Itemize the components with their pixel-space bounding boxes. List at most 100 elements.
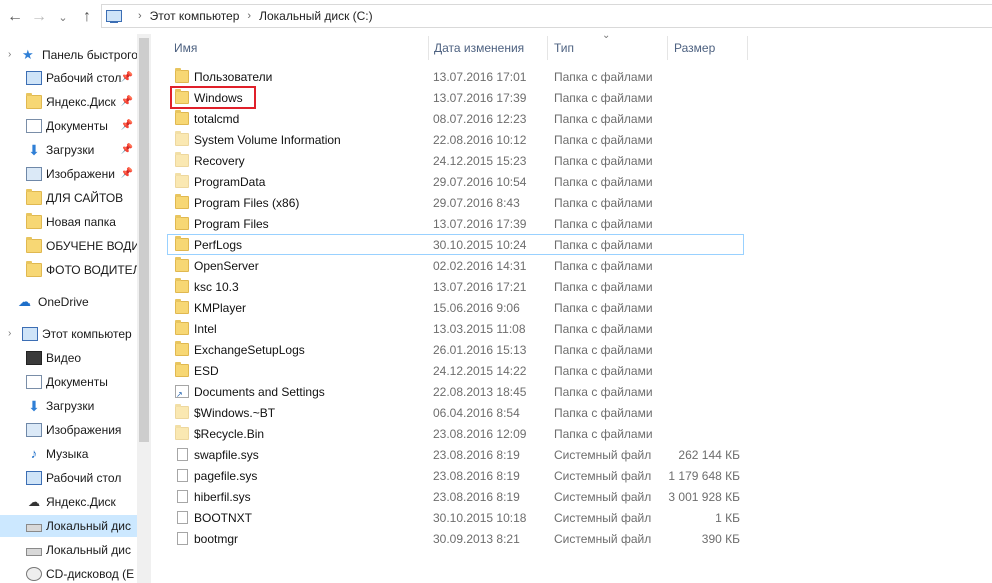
sidebar-scrollbar[interactable] xyxy=(137,34,151,583)
file-name: Пользователи xyxy=(194,69,273,84)
file-type: Папка с файлами xyxy=(554,237,653,252)
file-row[interactable]: System Volume Information 22.08.2016 10:1… xyxy=(167,129,744,150)
folder-icon xyxy=(26,213,42,229)
sidebar-quick-item[interactable]: ДЛЯ САЙТОВ xyxy=(0,187,137,209)
sidebar-pc-item[interactable]: Локальный дис xyxy=(0,539,137,561)
forward-icon[interactable]: → xyxy=(28,6,50,28)
column-divider[interactable] xyxy=(667,36,668,60)
file-row[interactable]: bootmgr 30.09.2013 8:21 Системный файл 390 … xyxy=(167,528,744,549)
sidebar-pc-item[interactable]: ☁ Яндекс.Диск xyxy=(0,491,137,513)
sidebar-item-label: Рабочий стол xyxy=(46,71,122,85)
file-type: Папка с файлами xyxy=(554,279,653,294)
sort-chevron-icon: ⌄ xyxy=(602,30,611,41)
breadcrumb-local-disk[interactable]: Локальный диск (C:) xyxy=(259,9,373,23)
download-icon: ⬇ xyxy=(28,398,40,414)
pin-icon[interactable]: 📌 xyxy=(121,72,133,83)
file-row[interactable]: Program Files 13.07.2016 17:39 Папка с фай… xyxy=(167,213,744,234)
sidebar-onedrive[interactable]: ☁ OneDrive xyxy=(0,291,137,313)
file-name: swapfile.sys xyxy=(194,447,259,462)
column-divider[interactable] xyxy=(428,36,429,60)
file-date: 29.07.2016 8:43 xyxy=(433,195,520,210)
sidebar-pc-item[interactable]: Документы xyxy=(0,371,137,393)
sidebar-quick-item[interactable]: Новая папка xyxy=(0,211,137,233)
file-row[interactable]: ExchangeSetupLogs 26.01.2016 15:13 Папка с… xyxy=(167,339,744,360)
file-row[interactable]: Recovery 24.12.2015 15:23 Папка с файлами xyxy=(167,150,744,171)
column-divider[interactable] xyxy=(747,36,748,60)
file-row[interactable]: PerfLogs 30.10.2015 10:24 Папка с файлами xyxy=(167,234,744,255)
sidebar-quick-item[interactable]: Яндекс.Диск 📌 xyxy=(0,91,137,113)
file-row[interactable]: Documents and Settings 22.08.2013 18:45 Па… xyxy=(167,381,744,402)
file-row[interactable]: BOOTNXT 30.10.2015 10:18 Системный файл 1 К… xyxy=(167,507,744,528)
file-date: 22.08.2013 18:45 xyxy=(433,384,527,399)
drive-icon xyxy=(26,524,42,532)
file-row[interactable]: ESD 24.12.2015 14:22 Папка с файлами xyxy=(167,360,744,381)
sidebar-pc-item[interactable]: Изображения xyxy=(0,419,137,441)
file-date: 13.07.2016 17:21 xyxy=(433,279,527,294)
sidebar-quick-item[interactable]: ⬇ Загрузки 📌 xyxy=(0,139,137,161)
sidebar-this-pc[interactable]: Этот компьютер xyxy=(0,323,137,345)
file-type: Папка с файлами xyxy=(554,153,653,168)
back-icon[interactable]: ← xyxy=(4,6,26,28)
up-icon[interactable]: ↑ xyxy=(76,6,98,28)
column-divider[interactable] xyxy=(547,36,548,60)
star-icon: ★ xyxy=(22,47,34,62)
file-type: Системный файл xyxy=(554,468,652,483)
sidebar-pc-item[interactable]: ⬇ Загрузки xyxy=(0,395,137,417)
system-file-icon xyxy=(177,532,188,545)
file-name: $Recycle.Bin xyxy=(194,426,265,441)
navigation-pane: › ★ Панель быстрого Рабочий стол 📌 Яндекс.Дис… xyxy=(0,34,137,583)
sidebar-item-label: Документы xyxy=(46,375,108,389)
folder-icon xyxy=(175,299,189,314)
sidebar-quick-access[interactable]: ★ Панель быстрого xyxy=(0,44,137,66)
sidebar-quick-item[interactable]: Рабочий стол 📌 xyxy=(0,67,137,89)
file-date: 24.12.2015 14:22 xyxy=(433,363,527,378)
pictures-icon xyxy=(26,423,42,437)
sidebar-item-label: Рабочий стол xyxy=(46,471,122,485)
file-row[interactable]: KMPlayer 15.06.2016 9:06 Папка с файлами xyxy=(167,297,744,318)
column-header-name[interactable]: Имя xyxy=(174,36,197,60)
sidebar-item-label: Музыка xyxy=(46,447,89,461)
column-header-type[interactable]: Тип xyxy=(554,36,574,60)
sidebar-pc-item[interactable]: ♪ Музыка xyxy=(0,443,137,465)
file-name: Program Files xyxy=(194,216,269,231)
pin-icon[interactable]: 📌 xyxy=(121,120,133,131)
file-row[interactable]: Intel 13.03.2015 11:08 Папка с файлами xyxy=(167,318,744,339)
file-row[interactable]: swapfile.sys 23.08.2016 8:19 Системный фай… xyxy=(167,444,744,465)
file-row[interactable]: ksc 10.3 13.07.2016 17:21 Папка с файлами xyxy=(167,276,744,297)
column-header-date[interactable]: Дата изменения xyxy=(434,36,524,60)
sidebar-item-label: CD-дисковод (E xyxy=(46,567,135,581)
sidebar-quick-item[interactable]: Изображени 📌 xyxy=(0,163,137,185)
file-row[interactable]: Пользователи 13.07.2016 17:01 Папка с файл… xyxy=(167,66,744,87)
sidebar-pc-item[interactable]: Рабочий стол xyxy=(0,467,137,489)
scrollbar-thumb[interactable] xyxy=(139,38,149,442)
sidebar-quick-item[interactable]: ОБУЧЕНЕ ВОДИ xyxy=(0,235,137,257)
file-row[interactable]: $Recycle.Bin 23.08.2016 12:09 Папка с файл… xyxy=(167,423,744,444)
file-row[interactable]: pagefile.sys 23.08.2016 8:19 Системный фай… xyxy=(167,465,744,486)
sidebar-pc-item[interactable]: Видео xyxy=(0,347,137,369)
file-row[interactable]: totalcmd 08.07.2016 12:23 Папка с файлами xyxy=(167,108,744,129)
column-header-size[interactable]: Размер xyxy=(674,36,715,60)
pin-icon[interactable]: 📌 xyxy=(121,96,133,107)
pin-icon[interactable]: 📌 xyxy=(121,168,133,179)
file-name: hiberfil.sys xyxy=(194,489,251,504)
file-date: 30.09.2013 8:21 xyxy=(433,531,520,546)
file-date: 08.07.2016 12:23 xyxy=(433,111,527,126)
folder-icon xyxy=(175,110,189,125)
pin-icon[interactable]: 📌 xyxy=(121,144,133,155)
breadcrumb-this-pc[interactable]: Этот компьютер xyxy=(150,9,240,23)
file-row[interactable]: ProgramData 29.07.2016 10:54 Папка с файла… xyxy=(167,171,744,192)
sidebar-quick-item[interactable]: ФОТО ВОДИТЕЛ xyxy=(0,259,137,281)
sidebar-pc-item[interactable]: Локальный дис xyxy=(0,515,137,537)
file-row[interactable]: $Windows.~BT 06.04.2016 8:54 Папка с файла… xyxy=(167,402,744,423)
file-row[interactable]: OpenServer 02.02.2016 14:31 Папка с файлам… xyxy=(167,255,744,276)
file-row[interactable]: Program Files (x86) 29.07.2016 8:43 Папка … xyxy=(167,192,744,213)
sidebar-pc-item[interactable]: CD-дисковод (E xyxy=(0,563,137,583)
navigation-bar: ← → ⌄ ↑ › Этот компьютер › Локальный дис… xyxy=(0,0,992,34)
yandex-disk-icon: ☁ xyxy=(28,495,40,509)
file-row[interactable]: hiberfil.sys 23.08.2016 8:19 Системный фай… xyxy=(167,486,744,507)
sidebar-quick-item[interactable]: Документы 📌 xyxy=(0,115,137,137)
recent-locations-icon[interactable]: ⌄ xyxy=(52,6,74,28)
file-type: Папка с файлами xyxy=(554,363,653,378)
file-date: 02.02.2016 14:31 xyxy=(433,258,527,273)
address-bar[interactable]: › Этот компьютер › Локальный диск (C:) xyxy=(101,4,992,28)
